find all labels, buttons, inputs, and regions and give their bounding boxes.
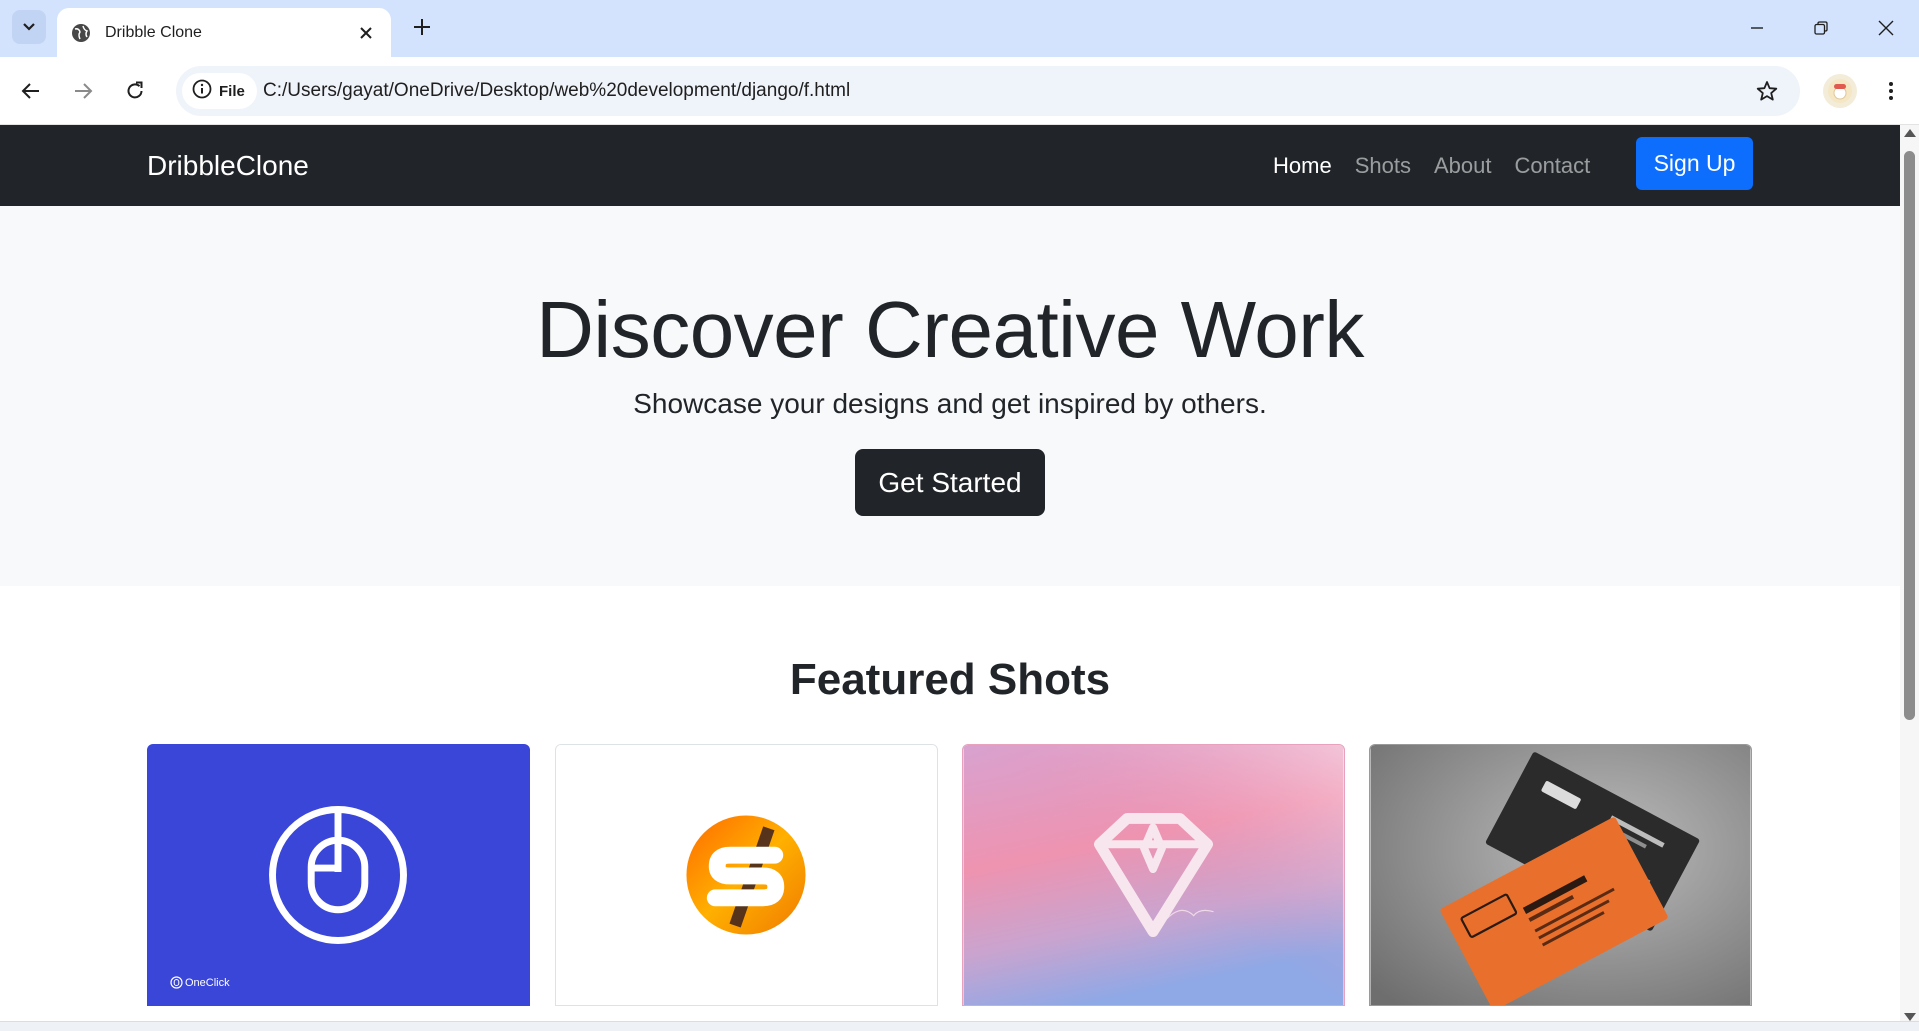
page-viewport: DribbleClone Home Shots About Contact Si… [0, 125, 1900, 1021]
oneclick-watermark: OneClick [170, 976, 230, 989]
forward-icon[interactable] [66, 74, 100, 108]
profile-icon[interactable] [1823, 74, 1857, 108]
file-label: File [219, 82, 245, 100]
hero-title: Discover Creative Work [536, 285, 1364, 374]
scroll-up-arrow-icon[interactable] [1904, 129, 1916, 137]
sign-up-button[interactable]: Sign Up [1636, 137, 1753, 190]
url-text[interactable]: C:/Users/gayat/OneDrive/Desktop/web%20de… [263, 66, 850, 116]
hero-subtitle: Showcase your designs and get inspired b… [633, 388, 1267, 419]
tab-title: Dribble Clone [105, 23, 202, 41]
hero-section: Discover Creative Work Showcase your des… [0, 206, 1900, 586]
browser-tab-bar: Dribble Clone [0, 0, 1919, 57]
tab-search-icon[interactable] [12, 10, 46, 44]
nav-link-home[interactable]: Home [1273, 153, 1332, 179]
shot-card-s-logo[interactable] [555, 744, 938, 1006]
scroll-down-arrow-icon[interactable] [1904, 1013, 1916, 1021]
oneclick-text: OneClick [185, 976, 230, 989]
business-card-image [1370, 745, 1751, 1005]
kebab-icon[interactable] [1874, 74, 1908, 108]
site-info-chip[interactable]: File [182, 73, 257, 109]
nav-link-contact[interactable]: Contact [1514, 153, 1590, 179]
star-icon[interactable] [1754, 78, 1780, 104]
brand-logo[interactable]: DribbleClone [147, 125, 309, 206]
diamond-logo-image [963, 745, 1344, 1005]
plus-icon[interactable] [407, 12, 437, 42]
close-icon[interactable] [355, 22, 377, 44]
minimize-icon[interactable] [1739, 12, 1775, 44]
page-scrollbar[interactable] [1900, 125, 1919, 1021]
back-icon[interactable] [14, 74, 48, 108]
shot-card-business-card[interactable] [1369, 744, 1752, 1006]
info-icon [192, 79, 212, 104]
nav-link-shots[interactable]: Shots [1355, 153, 1411, 179]
nav-links: Home Shots About Contact [1273, 125, 1613, 206]
globe-icon [71, 23, 91, 43]
browser-toolbar: File C:/Users/gayat/OneDrive/Desktop/web… [0, 57, 1919, 125]
shot-card-diamond[interactable] [962, 744, 1345, 1006]
shot-card-mouse[interactable]: OneClick [147, 744, 530, 1006]
reload-icon[interactable] [118, 74, 152, 108]
s-logo-image [556, 745, 937, 1005]
mouse-logo-image [148, 745, 529, 1005]
oneclick-logo-icon [170, 976, 183, 989]
restore-icon[interactable] [1803, 12, 1839, 44]
nav-link-about[interactable]: About [1434, 153, 1492, 179]
featured-shots-title: Featured Shots [789, 655, 1111, 704]
window-close-icon[interactable] [1868, 12, 1904, 44]
get-started-button[interactable]: Get Started [855, 449, 1045, 516]
browser-tab[interactable]: Dribble Clone [57, 8, 391, 57]
address-bar[interactable]: File C:/Users/gayat/OneDrive/Desktop/web… [176, 66, 1800, 116]
taskbar-edge [0, 1021, 1919, 1031]
site-navbar: DribbleClone Home Shots About Contact Si… [0, 125, 1900, 206]
scrollbar-thumb[interactable] [1904, 151, 1915, 720]
